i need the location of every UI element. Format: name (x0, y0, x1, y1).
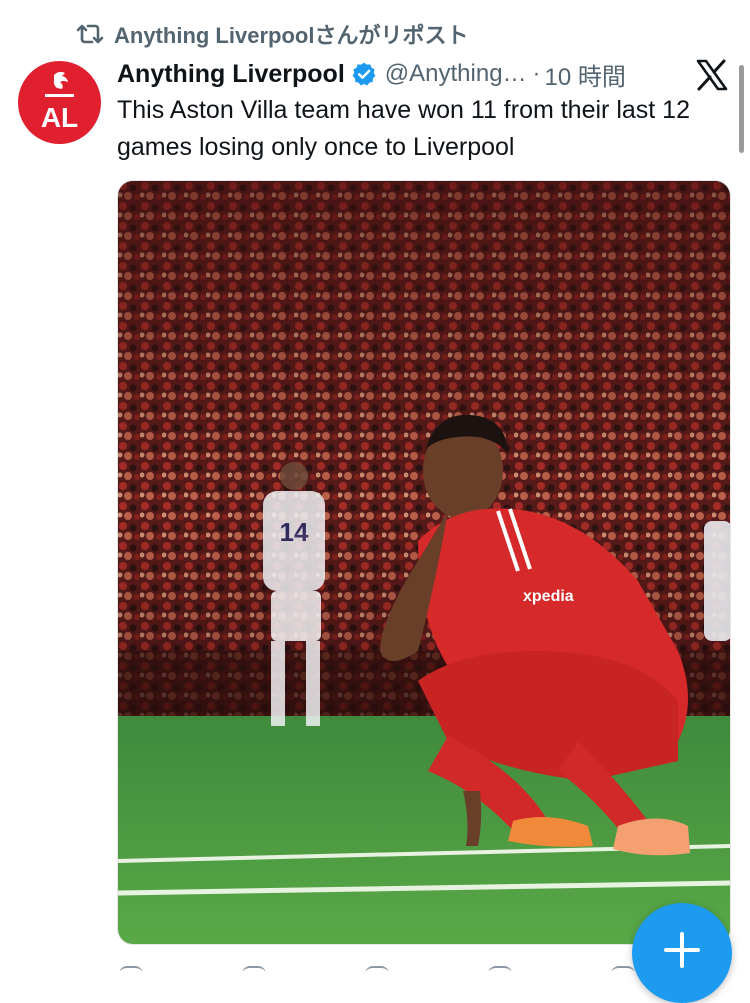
tweet-text: This Aston Villa team have won 11 from t… (117, 96, 690, 161)
x-logo-icon (695, 58, 729, 92)
repost-label: Anything Liverpoolさんがリポスト (114, 23, 469, 48)
display-name[interactable]: Anything Liverpool (117, 60, 345, 89)
like-icon[interactable] (365, 966, 389, 971)
user-handle[interactable]: @Anything… (385, 60, 527, 88)
views-icon[interactable] (488, 966, 512, 971)
repost-icon (76, 22, 104, 46)
photo-footballer-crouching: 14 xpedia (118, 181, 730, 944)
reply-icon[interactable] (119, 966, 143, 971)
tweet-action-bar (117, 962, 637, 971)
svg-text:xpedia: xpedia (523, 588, 574, 605)
separator-dot: · (532, 60, 541, 87)
tweet-media-image[interactable]: 14 xpedia (117, 180, 731, 945)
plus-icon (664, 932, 700, 968)
avatar[interactable]: AL (18, 61, 101, 144)
timestamp[interactable]: 10 時間 (545, 57, 626, 92)
verified-badge-icon[interactable] (351, 61, 377, 87)
repost-action-icon[interactable] (242, 966, 266, 971)
svg-text:AL: AL (41, 102, 78, 133)
anything-liverpool-logo: AL (41, 71, 78, 133)
tweet-header: Anything Liverpool @Anything… · 10 時間 (117, 56, 737, 92)
bookmark-icon[interactable] (611, 966, 635, 971)
scrollbar[interactable] (739, 65, 744, 153)
svg-text:14: 14 (280, 517, 309, 547)
compose-button[interactable] (632, 903, 732, 1003)
repost-header[interactable]: Anything Liverpoolさんがリポスト (76, 18, 468, 50)
